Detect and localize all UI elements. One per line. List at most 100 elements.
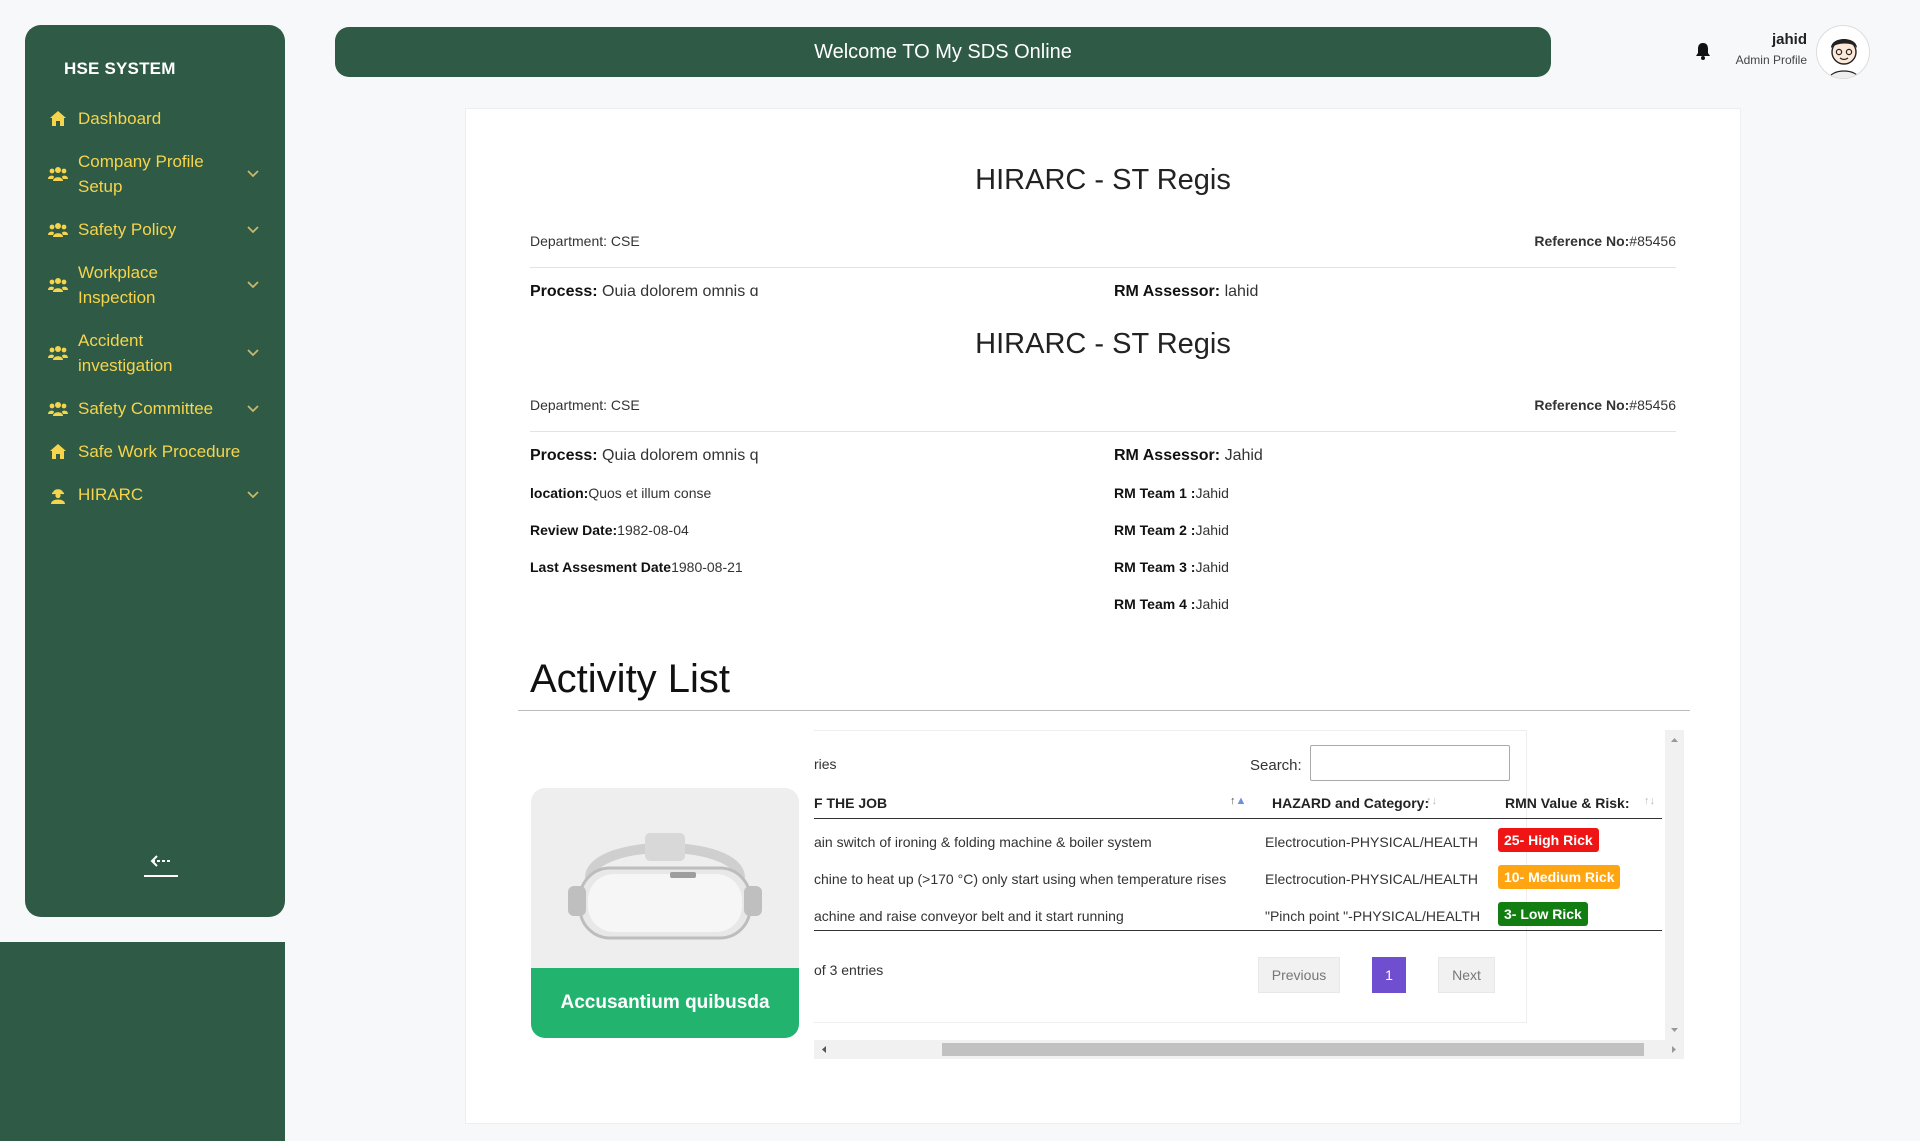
home-icon bbox=[48, 109, 68, 129]
rm-team-label: RM Team 4 : bbox=[1114, 596, 1196, 612]
report-title: HIRARC - ST Regis bbox=[975, 328, 1231, 360]
sidebar-item-safety-policy[interactable]: Safety Policy bbox=[25, 208, 285, 251]
welcome-banner: Welcome TO My SDS Online bbox=[335, 27, 1551, 77]
rm-team-2-field: RM Team 2 :Jahid bbox=[1114, 522, 1229, 538]
sidebar-item-label: Accident investigation bbox=[78, 331, 173, 375]
hazard-cell: Electrocution-PHYSICAL/HEALTH bbox=[1265, 871, 1478, 887]
department-row: Department: CSE Reference No:#85456 bbox=[530, 233, 1676, 249]
table-row: ain switch of ironing & folding machine … bbox=[814, 823, 1662, 860]
vertical-scrollbar[interactable] bbox=[1665, 730, 1684, 1040]
report-title: HIRARC - ST Regis bbox=[975, 164, 1231, 196]
sidebar: HSE SYSTEM Dashboard Company Profile Set… bbox=[25, 25, 285, 917]
divider bbox=[530, 431, 1676, 432]
sidebar-item-workplace-inspection[interactable]: Workplace Inspection bbox=[25, 251, 285, 319]
page-1-button[interactable]: 1 bbox=[1372, 957, 1406, 993]
sidebar-item-accident-investigation[interactable]: Accident investigation bbox=[25, 319, 285, 387]
assessor-label: RM Assessor: bbox=[1114, 283, 1221, 300]
chevron-down-icon bbox=[245, 487, 261, 503]
sidebar-collapse-button[interactable] bbox=[143, 850, 179, 880]
assessor-field: RM Assessor: Jahid bbox=[1114, 447, 1263, 465]
product-label[interactable]: Accusantium quibusda bbox=[531, 968, 799, 1038]
location-field: location:Quos et illum conse bbox=[530, 485, 711, 501]
divider bbox=[518, 710, 1690, 711]
process-label: Process: bbox=[530, 447, 598, 464]
column-header-job[interactable]: F THE JOB bbox=[814, 795, 887, 811]
rm-team-value: Jahid bbox=[1195, 559, 1229, 575]
process-label: Process: bbox=[530, 283, 598, 300]
activity-list-title: Activity List bbox=[530, 657, 731, 701]
next-page-button[interactable]: Next bbox=[1438, 957, 1495, 993]
rm-team-3-field: RM Team 3 :Jahid bbox=[1114, 559, 1229, 575]
entries-length-text: ries bbox=[814, 756, 837, 772]
review-date-field: Review Date:1982-08-04 bbox=[530, 522, 689, 538]
sidebar-item-label: Company Profile Setup bbox=[78, 152, 204, 196]
last-assessment-label: Last Assesment Date bbox=[530, 559, 672, 575]
sidebar-item-label: Safety Committee bbox=[78, 399, 214, 418]
assessor-value: lahid bbox=[1224, 283, 1259, 300]
risk-cell: 25- High Rick bbox=[1498, 828, 1599, 852]
user-name: jahid bbox=[1771, 31, 1807, 48]
rm-team-value: Jahid bbox=[1195, 596, 1229, 612]
table-row: achine and raise conveyor belt and it st… bbox=[814, 897, 1662, 934]
sidebar-item-label: HIRARC bbox=[78, 485, 144, 504]
sidebar-item-label: Workplace Inspection bbox=[78, 263, 158, 307]
hirarc-report-card: HIRARC - ST Regis Department: CSE Refere… bbox=[465, 108, 1741, 1124]
sidebar-item-safety-committee[interactable]: Safety Committee bbox=[25, 387, 285, 430]
table-info: of 3 entries bbox=[814, 962, 884, 978]
sidebar-item-dashboard[interactable]: Dashboard bbox=[25, 97, 285, 140]
reference-label: Reference No: bbox=[1534, 397, 1630, 413]
last-assessment-value: 1980-08-21 bbox=[671, 559, 743, 575]
horizontal-scrollbar[interactable] bbox=[814, 1040, 1684, 1059]
review-date-value: 1982-08-04 bbox=[617, 522, 689, 538]
sidebar-background bbox=[0, 942, 285, 1141]
search-label: Search: bbox=[1250, 757, 1302, 774]
department-text: Department: CSE bbox=[530, 397, 640, 413]
chevron-down-icon bbox=[245, 345, 261, 361]
users-icon bbox=[48, 343, 68, 363]
avatar[interactable] bbox=[1816, 25, 1870, 79]
vr-headset-image bbox=[531, 788, 799, 968]
welcome-title: Welcome TO My SDS Online bbox=[814, 40, 1072, 63]
sidebar-item-label: Safe Work Procedure bbox=[78, 442, 241, 461]
sort-icon[interactable]: ↑↓ bbox=[1644, 795, 1655, 807]
worker-icon bbox=[48, 485, 68, 505]
collapse-underline bbox=[144, 874, 178, 877]
sidebar-item-hirarc[interactable]: HIRARC bbox=[25, 473, 285, 516]
column-header-hazard[interactable]: HAZARD and Category: bbox=[1272, 795, 1429, 811]
sidebar-item-company-profile[interactable]: Company Profile Setup bbox=[25, 140, 285, 208]
review-date-label: Review Date: bbox=[530, 522, 618, 538]
bell-icon[interactable] bbox=[1692, 40, 1714, 62]
rm-team-4-field: RM Team 4 :Jahid bbox=[1114, 596, 1229, 612]
previous-page-button[interactable]: Previous bbox=[1258, 957, 1340, 993]
sidebar-item-safe-work-procedure[interactable]: Safe Work Procedure bbox=[25, 430, 285, 473]
risk-cell: 10- Medium Rick bbox=[1498, 865, 1621, 889]
sort-asc-icon[interactable]: ↑▲ bbox=[1230, 795, 1246, 807]
sidebar-nav: Dashboard Company Profile Setup Safety P… bbox=[25, 97, 285, 516]
sidebar-item-label: Safety Policy bbox=[78, 220, 177, 239]
chevron-down-icon bbox=[245, 277, 261, 293]
process-field: Process: Ouia dolorem omnis ɑ bbox=[530, 283, 759, 301]
users-icon bbox=[48, 220, 68, 240]
rm-team-label: RM Team 1 : bbox=[1114, 485, 1196, 501]
sidebar-item-label: Dashboard bbox=[78, 109, 162, 128]
sort-icon[interactable]: ↑↓ bbox=[1426, 795, 1437, 807]
department-row: Department: CSE Reference No:#85456 bbox=[530, 397, 1676, 413]
home-icon bbox=[48, 442, 68, 462]
process-value: Ouia dolorem omnis ɑ bbox=[602, 283, 759, 300]
rm-team-1-field: RM Team 1 :Jahid bbox=[1114, 485, 1229, 501]
job-cell: chine to heat up (>170 °C) only start us… bbox=[814, 871, 1227, 887]
search-input[interactable] bbox=[1310, 745, 1510, 781]
risk-badge-medium: 10- Medium Rick bbox=[1498, 865, 1621, 889]
location-label: location: bbox=[530, 485, 589, 501]
reference-value: #85456 bbox=[1629, 397, 1676, 413]
risk-badge-low: 3- Low Rick bbox=[1498, 902, 1588, 926]
product-card[interactable]: Accusantium quibusda bbox=[531, 788, 799, 1038]
horizontal-scrollbar-thumb[interactable] bbox=[942, 1043, 1644, 1056]
arrow-left-icon bbox=[150, 854, 172, 872]
users-icon bbox=[48, 399, 68, 419]
divider bbox=[530, 267, 1676, 268]
department-text: Department: CSE bbox=[530, 233, 640, 249]
column-header-risk[interactable]: RMN Value & Risk: bbox=[1505, 795, 1629, 811]
table-row: chine to heat up (>170 °C) only start us… bbox=[814, 860, 1662, 897]
hazard-cell: Electrocution-PHYSICAL/HEALTH bbox=[1265, 834, 1478, 850]
